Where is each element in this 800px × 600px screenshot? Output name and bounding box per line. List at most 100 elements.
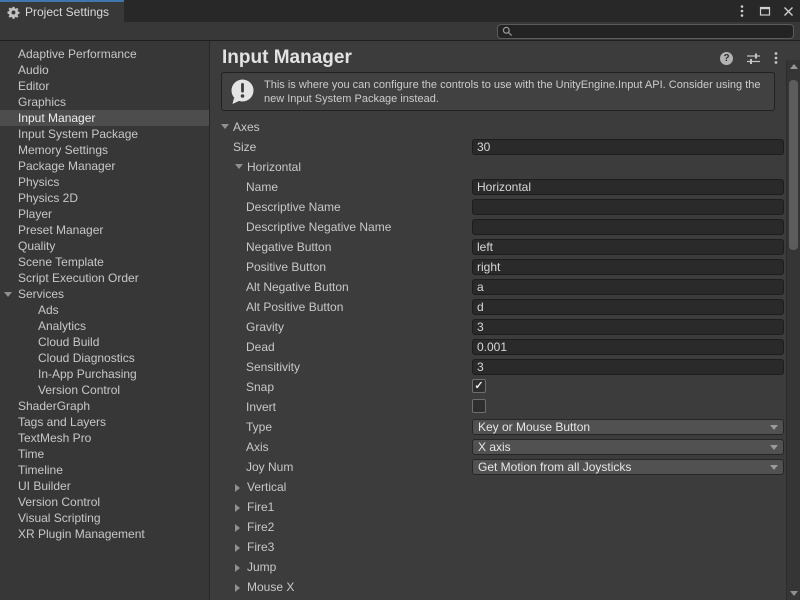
settings-row-horizontal[interactable]: Horizontal — [210, 157, 785, 177]
sidebar-item-time[interactable]: Time — [0, 446, 209, 462]
foldout-closed-icon[interactable] — [235, 504, 240, 512]
size-input[interactable] — [472, 139, 784, 155]
sidebar-item-input-system-package[interactable]: Input System Package — [0, 126, 209, 142]
sidebar-item-in-app-purchasing[interactable]: In-App Purchasing — [0, 366, 209, 382]
sidebar-item-package-manager[interactable]: Package Manager — [0, 158, 209, 174]
descriptive-name-input[interactable] — [472, 199, 784, 215]
sidebar-item-textmesh-pro[interactable]: TextMesh Pro — [0, 430, 209, 446]
sidebar-item-xr-plugin-management[interactable]: XR Plugin Management — [0, 526, 209, 542]
descriptive-negative-name-input[interactable] — [472, 219, 784, 235]
sidebar-item-quality[interactable]: Quality — [0, 238, 209, 254]
sensitivity-input[interactable] — [472, 359, 784, 375]
maximize-icon[interactable] — [758, 4, 772, 18]
tab-project-settings[interactable]: Project Settings — [0, 0, 124, 22]
row-label: Mouse X — [247, 580, 294, 594]
name-input[interactable] — [472, 179, 784, 195]
foldout-closed-icon[interactable] — [235, 484, 240, 492]
foldout-closed-icon[interactable] — [235, 544, 240, 552]
settings-row-fire2[interactable]: Fire2 — [210, 517, 785, 537]
settings-row-positive-button: Positive Button — [210, 257, 785, 277]
settings-row-fire1[interactable]: Fire1 — [210, 497, 785, 517]
sidebar-item-physics[interactable]: Physics — [0, 174, 209, 190]
foldout-closed-icon[interactable] — [235, 564, 240, 572]
sidebar-item-label: Input Manager — [18, 111, 95, 125]
sidebar-item-cloud-build[interactable]: Cloud Build — [0, 334, 209, 350]
row-label: Positive Button — [246, 260, 326, 274]
joy-num-dropdown[interactable]: Get Motion from all Joysticks — [472, 459, 784, 475]
kebab-menu-icon[interactable] — [735, 4, 749, 18]
sidebar-item-shadergraph[interactable]: ShaderGraph — [0, 398, 209, 414]
settings-row-mouse-x[interactable]: Mouse X — [210, 577, 785, 597]
sidebar-item-preset-manager[interactable]: Preset Manager — [0, 222, 209, 238]
close-icon[interactable] — [781, 4, 795, 18]
sidebar-item-visual-scripting[interactable]: Visual Scripting — [0, 510, 209, 526]
dead-input[interactable] — [472, 339, 784, 355]
foldout-closed-icon[interactable] — [235, 524, 240, 532]
sidebar-item-label: In-App Purchasing — [38, 367, 137, 381]
kebab-menu-icon[interactable] — [774, 51, 778, 65]
settings-row-negative-button: Negative Button — [210, 237, 785, 257]
sidebar-item-audio[interactable]: Audio — [0, 62, 209, 78]
row-label: Jump — [247, 560, 276, 574]
foldout-open-icon[interactable] — [221, 124, 229, 129]
dropdown-arrow-icon — [770, 425, 778, 430]
sidebar-item-input-manager[interactable]: Input Manager — [0, 110, 209, 126]
foldout-open-icon[interactable] — [235, 164, 243, 169]
vertical-scrollbar[interactable] — [786, 60, 800, 600]
settings-row-vertical[interactable]: Vertical — [210, 477, 785, 497]
sidebar-item-label: TextMesh Pro — [18, 431, 91, 445]
sidebar-item-adaptive-performance[interactable]: Adaptive Performance — [0, 46, 209, 62]
sidebar-item-player[interactable]: Player — [0, 206, 209, 222]
scroll-down-icon[interactable] — [790, 591, 798, 596]
settings-row-fire3[interactable]: Fire3 — [210, 537, 785, 557]
negative-button-input[interactable] — [472, 239, 784, 255]
positive-button-input[interactable] — [472, 259, 784, 275]
sidebar-item-editor[interactable]: Editor — [0, 78, 209, 94]
row-label: Fire1 — [247, 500, 274, 514]
sidebar-item-timeline[interactable]: Timeline — [0, 462, 209, 478]
preset-icon[interactable] — [746, 52, 761, 65]
dropdown-arrow-icon — [770, 445, 778, 450]
sidebar-item-script-execution-order[interactable]: Script Execution Order — [0, 270, 209, 286]
dropdown-arrow-icon — [770, 465, 778, 470]
row-label: Alt Positive Button — [246, 300, 343, 314]
sidebar-item-scene-template[interactable]: Scene Template — [0, 254, 209, 270]
sidebar-item-physics-2d[interactable]: Physics 2D — [0, 190, 209, 206]
foldout-closed-icon[interactable] — [235, 584, 240, 592]
sidebar-item-label: Package Manager — [18, 159, 115, 173]
type-dropdown[interactable]: Key or Mouse Button — [472, 419, 784, 435]
sidebar-item-label: Cloud Build — [38, 335, 99, 349]
settings-row-descriptive-name: Descriptive Name — [210, 197, 785, 217]
sidebar-item-cloud-diagnostics[interactable]: Cloud Diagnostics — [0, 350, 209, 366]
sidebar-item-label: Editor — [18, 79, 49, 93]
scroll-up-icon[interactable] — [790, 64, 798, 69]
sidebar-item-analytics[interactable]: Analytics — [0, 318, 209, 334]
snap-checkbox[interactable]: ✓ — [472, 379, 486, 393]
sidebar-item-ads[interactable]: Ads — [0, 302, 209, 318]
search-input[interactable] — [516, 26, 793, 37]
alt-negative-button-input[interactable] — [472, 279, 784, 295]
sidebar-item-version-control[interactable]: Version Control — [0, 494, 209, 510]
settings-row-axes[interactable]: Axes — [210, 117, 785, 137]
sidebar-item-tags-and-layers[interactable]: Tags and Layers — [0, 414, 209, 430]
help-icon[interactable]: ? — [720, 52, 733, 65]
sidebar-item-graphics[interactable]: Graphics — [0, 94, 209, 110]
row-label: Type — [246, 420, 272, 434]
alt-positive-button-input[interactable] — [472, 299, 784, 315]
sidebar-item-label: Memory Settings — [18, 143, 108, 157]
settings-row-invert: Invert — [210, 397, 785, 417]
invert-checkbox[interactable] — [472, 399, 486, 413]
sidebar-item-memory-settings[interactable]: Memory Settings — [0, 142, 209, 158]
sidebar-item-services[interactable]: Services — [0, 286, 209, 302]
sidebar-item-ui-builder[interactable]: UI Builder — [0, 478, 209, 494]
sidebar-item-version-control[interactable]: Version Control — [0, 382, 209, 398]
window-controls — [735, 0, 795, 22]
page-title: Input Manager — [222, 47, 352, 69]
search-box[interactable] — [497, 24, 794, 39]
settings-row-jump[interactable]: Jump — [210, 557, 785, 577]
settings-row-alt-positive-button: Alt Positive Button — [210, 297, 785, 317]
gravity-input[interactable] — [472, 319, 784, 335]
foldout-open-icon[interactable] — [4, 292, 12, 297]
axis-dropdown[interactable]: X axis — [472, 439, 784, 455]
scrollbar-thumb[interactable] — [789, 80, 798, 250]
